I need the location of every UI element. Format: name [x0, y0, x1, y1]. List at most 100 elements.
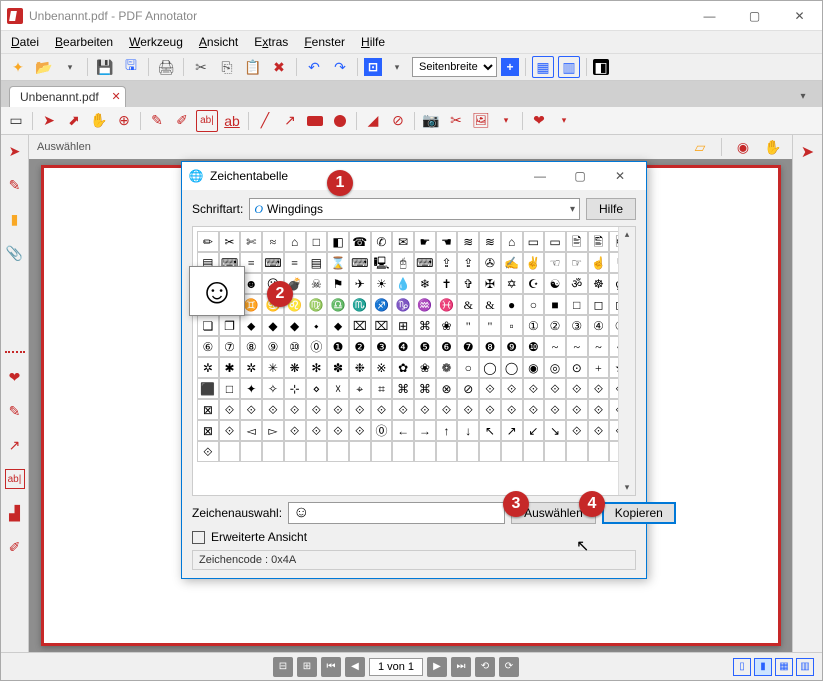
- char-cell[interactable]: ✠: [479, 273, 501, 294]
- char-cell[interactable]: ❻: [436, 336, 458, 357]
- char-cell[interactable]: ♓: [436, 294, 458, 315]
- sidebar-pen2-icon[interactable]: ✎: [5, 401, 25, 421]
- char-cell[interactable]: ↙: [523, 420, 545, 441]
- select-rect-icon[interactable]: ▭: [5, 110, 27, 132]
- view-single-icon[interactable]: ▯: [733, 658, 751, 676]
- char-cell[interactable]: ≈: [262, 231, 284, 252]
- char-cell[interactable]: 🖰: [392, 252, 414, 273]
- char-cell[interactable]: ⓪: [306, 336, 328, 357]
- char-cell[interactable]: ⬥: [240, 315, 262, 336]
- char-cell[interactable]: ✲: [240, 357, 262, 378]
- sidebar-clip-icon[interactable]: 📎: [5, 243, 25, 263]
- char-cell[interactable]: ⟐: [436, 399, 458, 420]
- char-cell[interactable]: &: [457, 294, 479, 315]
- char-cell[interactable]: ❐: [219, 315, 241, 336]
- char-cell[interactable]: [566, 441, 588, 462]
- char-cell[interactable]: ⌨: [262, 252, 284, 273]
- char-cell[interactable]: [414, 441, 436, 462]
- sidebar-heart-icon[interactable]: ❤: [5, 367, 25, 387]
- sidebar-textbox-icon[interactable]: ab|: [5, 469, 25, 489]
- menu-hilfe[interactable]: Hilfe: [357, 33, 389, 51]
- help-button[interactable]: Hilfe: [586, 198, 636, 220]
- char-cell[interactable]: ⑦: [219, 336, 241, 357]
- char-cell[interactable]: ❶: [327, 336, 349, 357]
- char-cell[interactable]: ④: [588, 315, 610, 336]
- char-cell[interactable]: ⌘: [414, 315, 436, 336]
- char-cell[interactable]: ⊗: [436, 378, 458, 399]
- char-cell[interactable]: ⟐: [544, 378, 566, 399]
- char-cell[interactable]: ✳: [262, 357, 284, 378]
- char-cell[interactable]: ②: [544, 315, 566, 336]
- char-cell[interactable]: ⟐: [284, 399, 306, 420]
- char-cell[interactable]: ♒: [414, 294, 436, 315]
- zoom-dropdown-icon[interactable]: ▾: [386, 56, 408, 78]
- save-icon[interactable]: 💾: [94, 56, 116, 78]
- char-cell[interactable]: ◯: [479, 357, 501, 378]
- menu-extras[interactable]: Extras: [250, 33, 292, 51]
- char-cell[interactable]: ←: [392, 420, 414, 441]
- char-cell[interactable]: ♎: [327, 294, 349, 315]
- char-cell[interactable]: ●: [501, 294, 523, 315]
- char-cell[interactable]: ✄: [240, 231, 262, 252]
- toggle-icon[interactable]: ◉: [732, 136, 754, 158]
- char-cell[interactable]: ⋄: [306, 378, 328, 399]
- char-cell[interactable]: ☜: [544, 252, 566, 273]
- char-cell[interactable]: ⌘: [414, 378, 436, 399]
- char-cell[interactable]: [523, 441, 545, 462]
- char-cell[interactable]: [284, 441, 306, 462]
- char-cell[interactable]: ♍: [306, 294, 328, 315]
- char-cell[interactable]: ❀: [414, 357, 436, 378]
- char-cell[interactable]: ※: [371, 357, 393, 378]
- char-cell[interactable]: ✌: [523, 252, 545, 273]
- char-cell[interactable]: ✂: [219, 231, 241, 252]
- char-cell[interactable]: ⌘: [392, 378, 414, 399]
- char-cell[interactable]: ⌂: [501, 231, 523, 252]
- char-cell[interactable]: □: [219, 378, 241, 399]
- char-cell[interactable]: ☪: [523, 273, 545, 294]
- char-cell[interactable]: ▭: [544, 231, 566, 252]
- layout2-icon[interactable]: ▥: [558, 56, 580, 78]
- plus-icon[interactable]: +: [501, 58, 519, 76]
- dark-icon[interactable]: ◧: [593, 59, 609, 75]
- copy-icon[interactable]: ⎘: [216, 56, 238, 78]
- char-cell[interactable]: ⌛: [327, 252, 349, 273]
- delete-icon[interactable]: ✖: [268, 56, 290, 78]
- char-cell[interactable]: ✞: [457, 273, 479, 294]
- last-page-icon[interactable]: ⏭: [451, 657, 471, 677]
- undo-icon[interactable]: ↶: [303, 56, 325, 78]
- char-cell[interactable]: ≋: [479, 231, 501, 252]
- open-icon[interactable]: 📂: [33, 56, 55, 78]
- char-cell[interactable]: ☯: [544, 273, 566, 294]
- maximize-button[interactable]: ▢: [732, 1, 777, 31]
- char-cell[interactable]: ☛: [414, 231, 436, 252]
- view-cont-icon[interactable]: ▮: [754, 658, 772, 676]
- char-cell[interactable]: ≡: [284, 252, 306, 273]
- menu-ansicht[interactable]: Ansicht: [195, 33, 242, 51]
- prev-page-icon[interactable]: ◀: [345, 657, 365, 677]
- char-cell[interactable]: ⓪: [371, 420, 393, 441]
- char-cell[interactable]: ↖: [479, 420, 501, 441]
- char-cell[interactable]: ⌨: [414, 252, 436, 273]
- nav-fwd-icon[interactable]: ⟳: [499, 657, 519, 677]
- paste-icon[interactable]: 📋: [242, 56, 264, 78]
- redo-icon[interactable]: ↷: [329, 56, 351, 78]
- ellipse-icon[interactable]: [329, 110, 351, 132]
- sidebar-stamp-icon[interactable]: ▟: [5, 503, 25, 523]
- char-cell[interactable]: ⊠: [197, 420, 219, 441]
- char-cell[interactable]: ⟐: [414, 399, 436, 420]
- dropdown-icon[interactable]: ▾: [59, 56, 81, 78]
- char-cell[interactable]: [457, 441, 479, 462]
- nav-back-icon[interactable]: ⟲: [475, 657, 495, 677]
- char-cell[interactable]: ✽: [327, 357, 349, 378]
- char-cell[interactable]: ⟐: [284, 420, 306, 441]
- char-cell[interactable]: ❼: [457, 336, 479, 357]
- char-cell[interactable]: ⟐: [392, 399, 414, 420]
- char-cell[interactable]: ❸: [371, 336, 393, 357]
- zoom-tool-icon[interactable]: ⊕: [113, 110, 135, 132]
- menu-fenster[interactable]: Fenster: [300, 33, 349, 51]
- char-cell[interactable]: [240, 441, 262, 462]
- char-cell[interactable]: 🖹: [566, 231, 588, 252]
- char-cell[interactable]: ⌗: [371, 378, 393, 399]
- text-tool-icon[interactable]: ab|: [196, 110, 218, 132]
- char-cell[interactable]: ☓: [327, 378, 349, 399]
